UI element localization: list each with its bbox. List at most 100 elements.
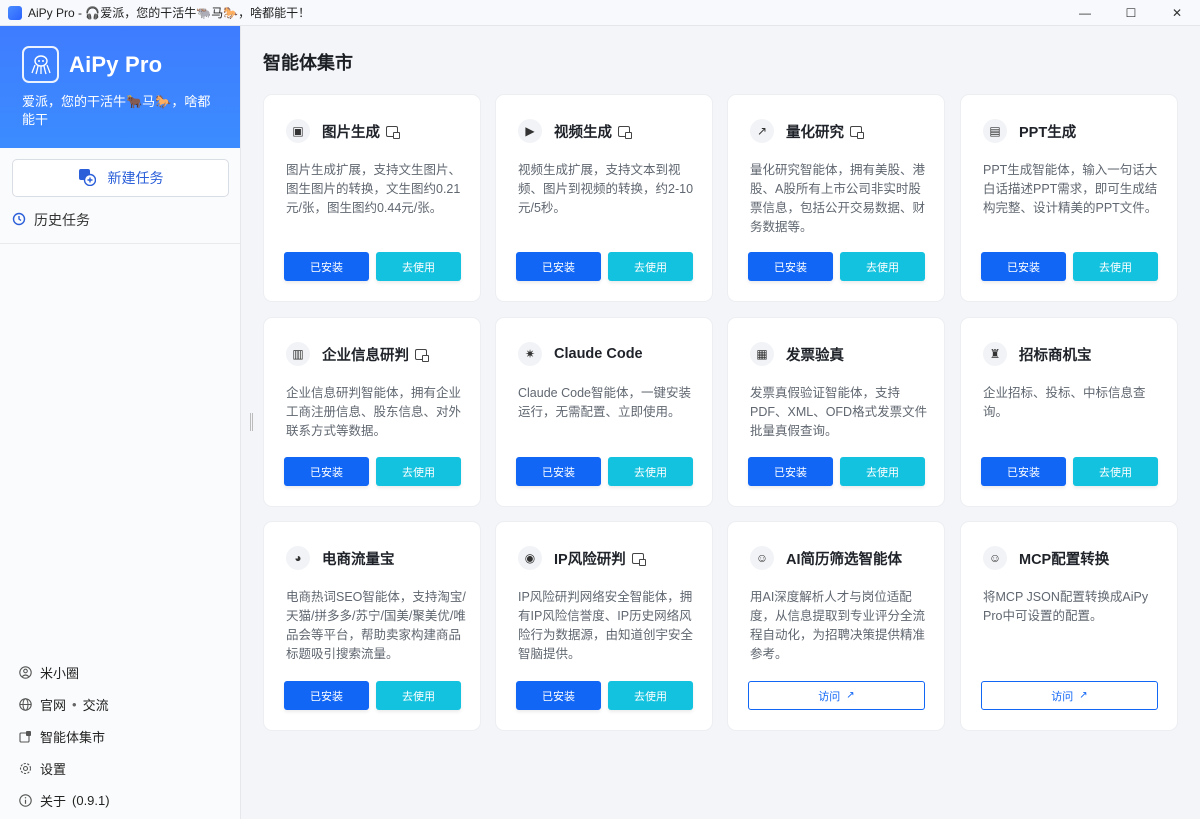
visit-label: 访问 — [818, 690, 841, 703]
video-icon: ▶ — [518, 119, 542, 143]
new-task-button[interactable]: 新建任务 — [12, 159, 229, 197]
installed-button[interactable]: 已安装 — [284, 252, 369, 281]
maximize-button[interactable]: ☐ — [1108, 0, 1154, 26]
minimize-button[interactable]: — — [1062, 0, 1108, 26]
use-button[interactable]: 去使用 — [1073, 457, 1158, 486]
settings-item[interactable]: 设置 — [18, 752, 228, 784]
agent-card-actions: 访问 ↗ — [748, 681, 925, 710]
about-item[interactable]: 关于 (0.9.1) — [18, 784, 228, 816]
agent-card-description: 发票真假验证智能体，支持PDF、XML、OFD格式发票文件批量真假查询。 — [750, 386, 928, 438]
website-link[interactable]: 官网 — [40, 695, 66, 714]
use-button[interactable]: 去使用 — [376, 252, 461, 281]
agent-card: ✷ Claude Code Claude Code智能体，一键安装运行，无需配置… — [495, 317, 713, 507]
dot-separator: • — [72, 696, 77, 712]
use-button[interactable]: 去使用 — [840, 457, 925, 486]
installed-button[interactable]: 已安装 — [516, 457, 601, 486]
resume-icon: ☺ — [750, 546, 774, 570]
installed-button[interactable]: 已安装 — [981, 457, 1066, 486]
agent-card-actions: 已安装 去使用 — [748, 252, 925, 281]
external-window-icon — [631, 552, 646, 566]
agent-card-title: 发票验真 — [786, 347, 844, 364]
market-label: 智能体集市 — [40, 729, 106, 745]
installed-button[interactable]: 已安装 — [748, 252, 833, 281]
close-button[interactable]: ✕ — [1154, 0, 1200, 26]
agent-card: ☺ AI简历筛选智能体 用AI深度解析人才与岗位适配度，从信息提取到专业评分全流… — [727, 521, 945, 731]
agent-card-actions: 已安装 去使用 — [516, 681, 693, 710]
brand-slogan: 爱派，您的干活牛🐂马🐎，啥都能干 — [22, 94, 211, 127]
use-button[interactable]: 去使用 — [608, 457, 693, 486]
image-icon: ▣ — [286, 119, 310, 143]
title-bar: AiPy Pro - 🎧爱派，您的干活牛🐃马🐎，啥都能干！ — ☐ ✕ — [0, 0, 1200, 26]
installed-button[interactable]: 已安装 — [284, 457, 369, 486]
version-label: (0.9.1) — [72, 792, 110, 808]
visit-button[interactable]: 访问 ↗ — [981, 681, 1158, 710]
use-button[interactable]: 去使用 — [376, 681, 461, 710]
agent-card: ▶ 视频生成 视频生成扩展，支持文本到视频、图片到视频的转换，约2-10元/5秒… — [495, 94, 713, 302]
agent-card: ↗ 量化研究 量化研究智能体，拥有美股、港股、A股所有上市公司非实时股票信息，包… — [727, 94, 945, 302]
agent-card-title: 图片生成 — [322, 124, 380, 141]
ip-risk-icon: ◉ — [518, 546, 542, 570]
agent-card-description: 用AI深度解析人才与岗位适配度，从信息提取到专业评分全流程自动化，为招聘决策提供… — [750, 590, 926, 661]
user-icon — [18, 665, 32, 679]
agent-card-actions: 已安装 去使用 — [516, 457, 693, 486]
agent-card-title: 电商流量宝 — [322, 551, 395, 568]
agent-card-description: 企业招标、投标、中标信息查询。 — [983, 386, 1146, 419]
history-label: 历史任务 — [34, 212, 90, 228]
agent-card: ▦ 发票验真 发票真假验证智能体，支持PDF、XML、OFD格式发票文件批量真假… — [727, 317, 945, 507]
agent-card-actions: 已安装 去使用 — [516, 252, 693, 281]
gear-icon — [18, 761, 32, 775]
main-content: 智能体集市 ▣ 图片生成 图片生成扩展，支持文生图片、图生图片的转换，文生图约0… — [241, 26, 1200, 819]
installed-button[interactable]: 已安装 — [516, 252, 601, 281]
brand-name: AiPy Pro — [69, 51, 163, 77]
agent-card-actions: 已安装 去使用 — [284, 681, 461, 710]
visit-button[interactable]: 访问 ↗ — [748, 681, 925, 710]
installed-button[interactable]: 已安装 — [284, 681, 369, 710]
exchange-link[interactable]: 交流 — [83, 695, 109, 714]
enterprise-icon: ▥ — [286, 342, 310, 366]
chart-icon: ↗ — [750, 119, 774, 143]
agent-card-actions: 已安装 去使用 — [981, 457, 1158, 486]
agent-card: ▣ 图片生成 图片生成扩展，支持文生图片、图生图片的转换，文生图约0.21元/张… — [263, 94, 481, 302]
installed-button[interactable]: 已安装 — [981, 252, 1066, 281]
agent-card-actions: 已安装 去使用 — [284, 252, 461, 281]
use-button[interactable]: 去使用 — [840, 252, 925, 281]
external-window-icon — [415, 348, 429, 362]
octopus-logo-icon — [22, 46, 59, 83]
community-item[interactable]: 米小圈 — [18, 656, 228, 688]
about-label: 关于 — [40, 793, 67, 809]
agent-card-description: 将MCP JSON配置转换成AiPy Pro中可设置的配置。 — [983, 590, 1149, 623]
app-icon — [8, 5, 22, 20]
agent-card: ▥ 企业信息研判 企业信息研判智能体，拥有企业工商注册信息、股东信息、对外联系方… — [263, 317, 481, 507]
installed-button[interactable]: 已安装 — [516, 681, 601, 710]
agent-card-description: 企业信息研判智能体，拥有企业工商注册信息、股东信息、对外联系方式等数据。 — [286, 386, 462, 438]
settings-label: 设置 — [40, 761, 67, 777]
agent-card-title: IP风险研判 — [554, 551, 626, 568]
history-icon — [12, 212, 26, 229]
sidebar-divider — [0, 243, 240, 244]
agent-card-actions: 已安装 去使用 — [748, 457, 925, 486]
agent-card-description: 视频生成扩展，支持文本到视频、图片到视频的转换，约2-10元/5秒。 — [518, 163, 694, 215]
agent-market-item[interactable]: 智能体集市 — [18, 720, 228, 752]
agent-card-title: Claude Code — [554, 346, 643, 362]
sidebar-bottom-menu: 米小圈 官网 • 交流 智能体集市 设置 关于 (0.9.1) — [18, 656, 228, 816]
agent-card-title: AI简历筛选智能体 — [786, 551, 902, 568]
agent-card-title: PPT生成 — [1019, 124, 1077, 141]
installed-button[interactable]: 已安装 — [748, 457, 833, 486]
market-icon — [18, 729, 32, 743]
agent-card-title: MCP配置转换 — [1019, 551, 1110, 568]
use-button[interactable]: 去使用 — [376, 457, 461, 486]
external-link-icon: ↗ — [846, 690, 855, 701]
agent-card-title: 企业信息研判 — [322, 347, 409, 364]
agent-card-actions: 已安装 去使用 — [981, 252, 1158, 281]
use-button[interactable]: 去使用 — [608, 681, 693, 710]
invoice-icon: ▦ — [750, 342, 774, 366]
use-button[interactable]: 去使用 — [1073, 252, 1158, 281]
new-task-icon — [78, 168, 96, 189]
agent-card-title: 视频生成 — [554, 124, 612, 141]
agent-card-title: 量化研究 — [786, 124, 844, 141]
use-button[interactable]: 去使用 — [608, 252, 693, 281]
external-window-icon — [618, 125, 632, 139]
community-label: 米小圈 — [40, 665, 80, 681]
presentation-icon: ▤ — [983, 119, 1007, 143]
history-tasks-item[interactable]: 历史任务 — [12, 210, 90, 230]
